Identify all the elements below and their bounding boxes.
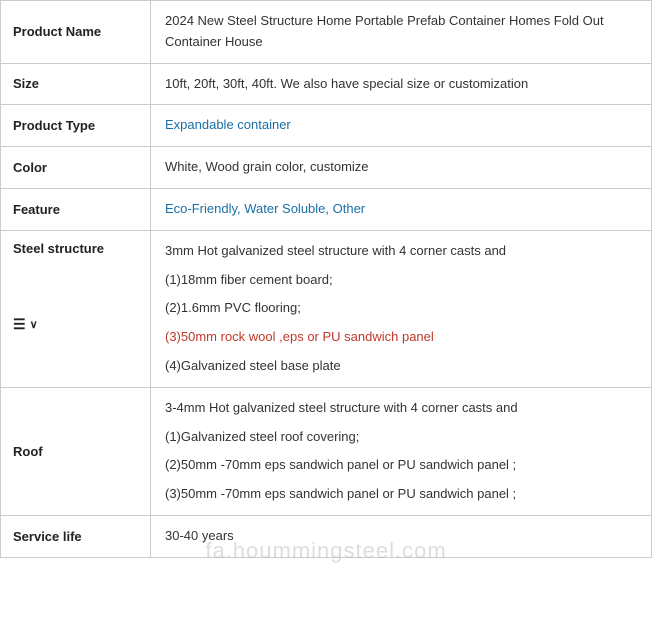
label-product-type: Product Type xyxy=(1,105,151,146)
product-table: Product Name2024 New Steel Structure Hom… xyxy=(0,0,652,558)
value-color: White, Wood grain color, customize xyxy=(151,147,651,188)
value-product-name: 2024 New Steel Structure Home Portable P… xyxy=(151,1,651,63)
label-color: Color xyxy=(1,147,151,188)
value-steel-structure: 3mm Hot galvanized steel structure with … xyxy=(151,231,651,387)
row-color: ColorWhite, Wood grain color, customize xyxy=(1,147,651,189)
value-size: 10ft, 20ft, 30ft, 40ft. We also have spe… xyxy=(151,64,651,105)
chevron-down-icon[interactable]: ∨ xyxy=(30,318,38,331)
value-service-life: 30-40 years xyxy=(151,516,651,557)
row-product-name: Product Name2024 New Steel Structure Hom… xyxy=(1,1,651,64)
value-product-type: Expandable container xyxy=(151,105,651,146)
value-feature: Eco-Friendly, Water Soluble, Other xyxy=(151,189,651,230)
label-size: Size xyxy=(1,64,151,105)
row-size: Size10ft, 20ft, 30ft, 40ft. We also have… xyxy=(1,64,651,106)
row-feature: FeatureEco-Friendly, Water Soluble, Othe… xyxy=(1,189,651,231)
label-steel-structure: Steel structure☰∨ xyxy=(1,231,151,387)
label-service-life: Service life xyxy=(1,516,151,557)
label-product-name: Product Name xyxy=(1,1,151,63)
row-service-life: Service life30-40 years xyxy=(1,516,651,557)
label-roof: Roof xyxy=(1,388,151,515)
row-product-type: Product TypeExpandable container xyxy=(1,105,651,147)
row-steel-structure: Steel structure☰∨3mm Hot galvanized stee… xyxy=(1,231,651,388)
value-roof: 3-4mm Hot galvanized steel structure wit… xyxy=(151,388,651,515)
label-feature: Feature xyxy=(1,189,151,230)
row-roof: Roof3-4mm Hot galvanized steel structure… xyxy=(1,388,651,516)
list-icon: ☰ xyxy=(13,316,26,333)
